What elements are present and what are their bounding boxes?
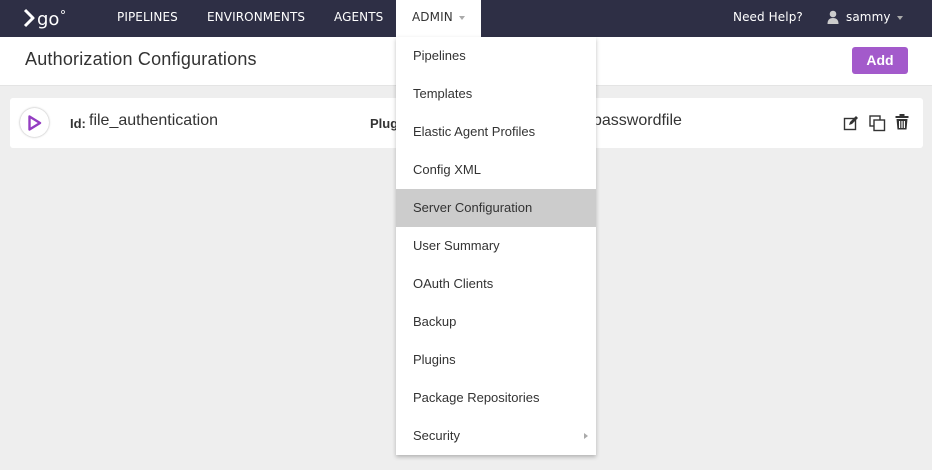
menu-item-templates[interactable]: Templates	[396, 75, 596, 113]
menu-item-security[interactable]: Security	[396, 417, 596, 455]
menu-item-oauth-clients[interactable]: OAuth Clients	[396, 265, 596, 303]
menu-item-security-label: Security	[413, 428, 460, 443]
user-icon	[827, 10, 839, 24]
nav-environments[interactable]: ENVIRONMENTS	[207, 0, 305, 37]
user-menu[interactable]: sammy	[846, 0, 903, 37]
id-value: file_authentication	[89, 112, 218, 129]
plugin-icon	[20, 108, 49, 137]
menu-item-config-xml[interactable]: Config XML	[396, 151, 596, 189]
clone-icon[interactable]	[869, 115, 886, 132]
play-icon	[28, 115, 42, 131]
add-button[interactable]: Add	[852, 47, 908, 74]
nav-admin-label: ADMIN	[412, 10, 453, 24]
menu-item-pipelines[interactable]: Pipelines	[396, 37, 596, 75]
plugin-label: Plug	[370, 116, 399, 131]
nav-pipelines[interactable]: PIPELINES	[117, 0, 178, 37]
menu-item-package-repositories[interactable]: Package Repositories	[396, 379, 596, 417]
delete-icon[interactable]	[895, 114, 909, 130]
id-label: Id:	[70, 116, 86, 131]
chevron-down-icon	[458, 15, 465, 20]
page-title: Authorization Configurations	[25, 49, 257, 69]
plugin-value: passwordfile	[593, 112, 682, 129]
edit-icon[interactable]	[843, 115, 859, 131]
nav-admin[interactable]: ADMIN	[396, 0, 481, 37]
chevron-right-icon	[584, 433, 588, 439]
go-logo[interactable]: go	[23, 6, 69, 30]
menu-item-elastic-agent-profiles[interactable]: Elastic Agent Profiles	[396, 113, 596, 151]
menu-item-user-summary[interactable]: User Summary	[396, 227, 596, 265]
user-name: sammy	[846, 10, 891, 24]
top-nav: go PIPELINES ENVIRONMENTS AGENTS ADMIN N…	[0, 0, 932, 37]
menu-item-backup[interactable]: Backup	[396, 303, 596, 341]
svg-text:go: go	[37, 9, 59, 30]
admin-dropdown: Pipelines Templates Elastic Agent Profil…	[396, 37, 596, 455]
menu-item-server-configuration[interactable]: Server Configuration	[396, 189, 596, 227]
need-help-link[interactable]: Need Help?	[733, 0, 803, 37]
menu-item-plugins[interactable]: Plugins	[396, 341, 596, 379]
chevron-down-icon	[896, 15, 903, 20]
nav-agents[interactable]: AGENTS	[334, 0, 383, 37]
